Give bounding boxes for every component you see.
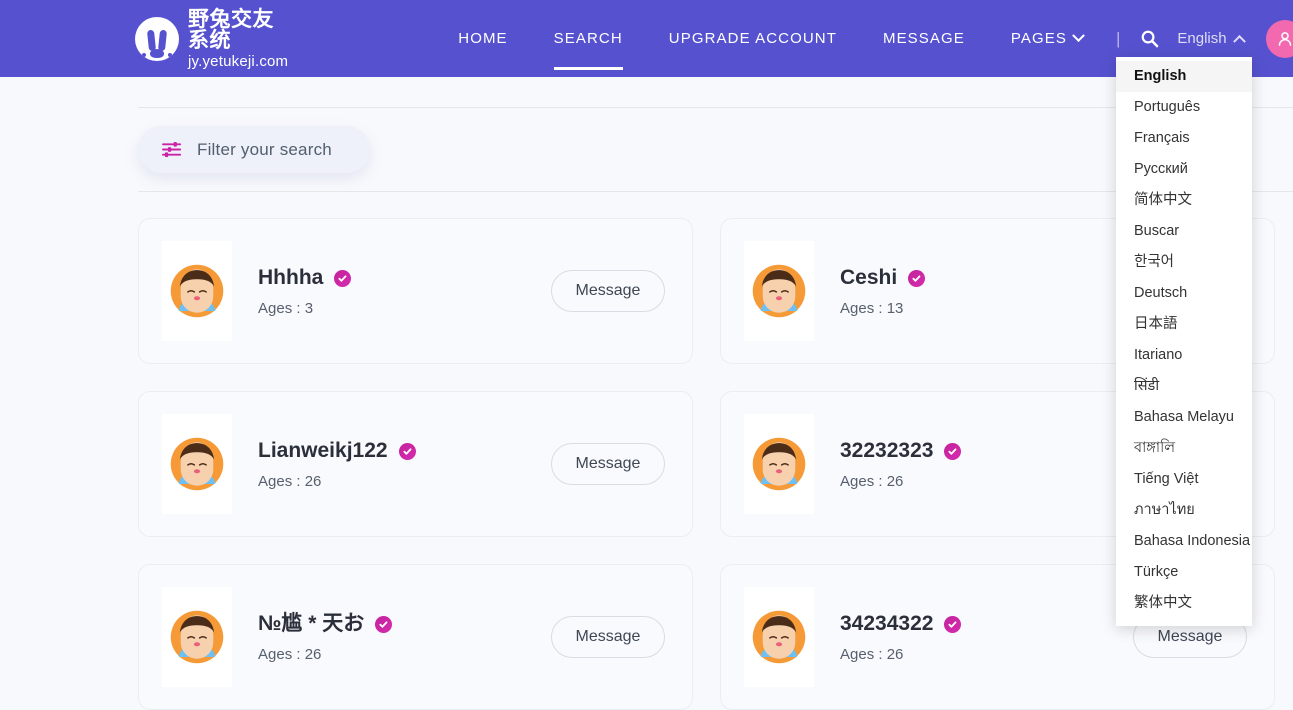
- nav-link-home-label: HOME: [458, 30, 508, 47]
- profile-name: 34234322: [840, 612, 934, 635]
- language-option-english[interactable]: English: [1116, 61, 1252, 92]
- profile-name-row: Ceshi: [840, 265, 1133, 291]
- verified-check-icon: [944, 615, 962, 633]
- verified-check-icon: [334, 269, 352, 287]
- profile-age: Ages : 26: [840, 473, 904, 490]
- language-option-japanese[interactable]: 日本語: [1116, 309, 1252, 340]
- language-option-portugues[interactable]: Português: [1116, 92, 1252, 123]
- profile-age: Ages : 3: [258, 300, 314, 317]
- profile-name-row: №尴 * 天お: [258, 611, 551, 637]
- nav-link-search[interactable]: SEARCH: [553, 0, 623, 77]
- nav-link-pages-label: PAGES: [1010, 30, 1067, 47]
- language-selector-label: English: [1177, 30, 1227, 47]
- chevron-up-icon: [1232, 34, 1246, 48]
- avatar[interactable]: [1265, 19, 1293, 58]
- nav-separator: |: [1115, 28, 1121, 48]
- nav-link-message-label: MESSAGE: [882, 30, 965, 47]
- language-dropdown-menu: English Português Français Русский 简体中文 …: [1116, 57, 1252, 626]
- language-option-russian[interactable]: Русский: [1116, 154, 1252, 185]
- language-option-vietnamese[interactable]: Tiếng Việt: [1116, 464, 1252, 495]
- profile-name: Lianweikj122: [258, 439, 388, 462]
- profile-age: Ages : 26: [258, 473, 322, 490]
- filter-your-search-button[interactable]: Filter your search: [138, 126, 370, 173]
- language-option-buscar[interactable]: Buscar: [1116, 216, 1252, 247]
- profile-card[interactable]: №尴 * 天お Ages : 26 Message: [138, 564, 693, 710]
- sliders-icon: [162, 141, 182, 158]
- language-option-traditional-chinese[interactable]: 繁体中文: [1116, 588, 1252, 619]
- message-button[interactable]: Message: [551, 270, 665, 312]
- search-results-list: Hhhha Ages : 3 Message Ceshi Ages: 13 L…: [0, 192, 1293, 710]
- top-navbar: 野兔交友系统 jy.yetukeji.com HOME SEARCH UPGRA…: [0, 0, 1293, 77]
- page-content: Filter your search Hhhha Ages: 3 Messag…: [0, 77, 1293, 710]
- profile-name: Ceshi: [840, 266, 898, 289]
- nav-link-message[interactable]: MESSAGE: [883, 0, 965, 77]
- profile-name-row: 34234322: [840, 611, 1133, 637]
- language-option-francais[interactable]: Français: [1116, 123, 1252, 154]
- language-option-korean[interactable]: 한국어: [1116, 247, 1252, 278]
- brand-url: jy.yetukeji.com: [188, 52, 289, 70]
- filter-row: Filter your search: [0, 108, 1293, 191]
- nav-link-upgrade-account-label: UPGRADE ACCOUNT: [668, 30, 837, 47]
- profile-name-row: Lianweikj122: [258, 438, 551, 464]
- profile-avatar: [162, 414, 232, 514]
- profile-avatar: [744, 414, 814, 514]
- profile-card[interactable]: Hhhha Ages : 3 Message: [138, 218, 693, 364]
- profile-age: Ages : 13: [840, 300, 904, 317]
- search-icon[interactable]: [1140, 29, 1159, 48]
- profile-name: 32232323: [840, 439, 934, 462]
- verified-check-icon: [908, 269, 926, 287]
- language-option-bahasa-indonesia[interactable]: Bahasa Indonesia: [1116, 526, 1252, 557]
- profile-avatar: [744, 241, 814, 341]
- language-option-thai[interactable]: ภาษาไทย: [1116, 495, 1252, 526]
- profile-card[interactable]: Lianweikj122 Ages : 26 Message: [138, 391, 693, 537]
- language-option-turkce[interactable]: Türkçe: [1116, 557, 1252, 588]
- profile-avatar: [162, 241, 232, 341]
- chevron-down-icon: [1072, 29, 1085, 43]
- language-option-bahasa-melayu[interactable]: Bahasa Melayu: [1116, 402, 1252, 433]
- profile-name-row: 32232323: [840, 438, 1133, 464]
- filter-your-search-label: Filter your search: [197, 139, 332, 159]
- profile-avatar: [162, 587, 232, 687]
- nav-link-pages[interactable]: PAGES: [1010, 0, 1085, 77]
- language-option-itariano[interactable]: Itariano: [1116, 340, 1252, 371]
- brand-logo-link[interactable]: 野兔交友系统 jy.yetukeji.com: [135, 9, 288, 69]
- nav-link-upgrade-account[interactable]: UPGRADE ACCOUNT: [669, 0, 837, 77]
- language-option-simplified-chinese[interactable]: 简体中文: [1116, 185, 1252, 216]
- language-option-sindhi[interactable]: सिंडी: [1116, 371, 1252, 402]
- verified-check-icon: [944, 442, 962, 460]
- message-button[interactable]: Message: [551, 616, 665, 658]
- profile-age: Ages : 26: [840, 646, 904, 663]
- verified-check-icon: [375, 615, 393, 633]
- rabbit-logo-icon: [135, 16, 179, 61]
- profile-name: Hhhha: [258, 266, 324, 289]
- profile-name-row: Hhhha: [258, 265, 551, 291]
- nav-link-search-label: SEARCH: [553, 30, 623, 47]
- language-selector[interactable]: English: [1177, 30, 1246, 48]
- profile-avatar: [744, 587, 814, 687]
- message-button[interactable]: Message: [551, 443, 665, 485]
- verified-check-icon: [398, 442, 416, 460]
- brand-name-cn: 野兔交友系统: [188, 7, 274, 52]
- profile-name: №尴 * 天お: [258, 612, 365, 635]
- language-option-bengali[interactable]: বাঙ্গালি: [1116, 433, 1252, 464]
- nav-link-home[interactable]: HOME: [458, 0, 507, 77]
- language-option-deutsch[interactable]: Deutsch: [1116, 278, 1252, 309]
- profile-age: Ages : 26: [258, 646, 322, 663]
